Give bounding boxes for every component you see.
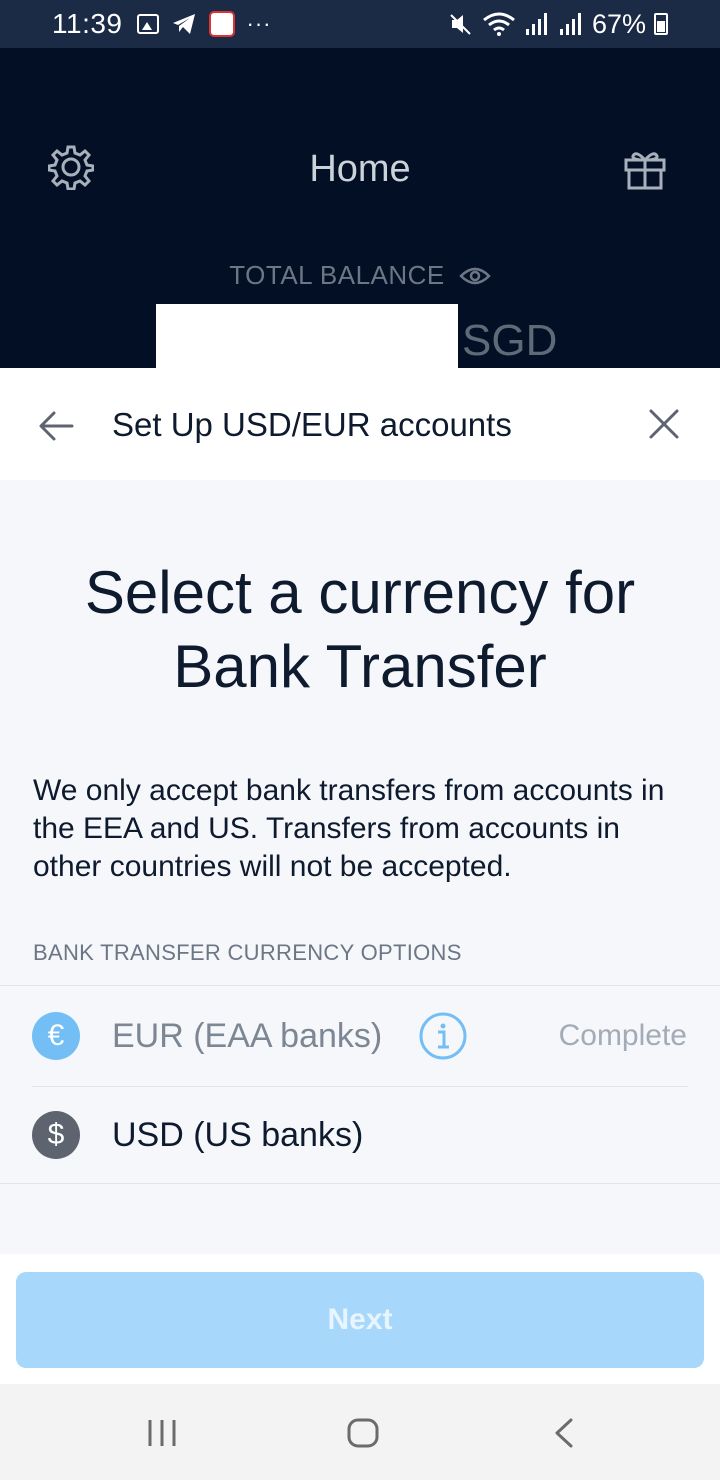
more-dots-icon: ···: [246, 11, 272, 36]
info-icon[interactable]: [418, 1011, 468, 1061]
wifi-icon: [483, 12, 515, 36]
euro-icon: €: [32, 1012, 80, 1060]
sheet-title: Set Up USD/EUR accounts: [112, 406, 512, 443]
telegram-icon: [172, 14, 195, 34]
close-icon[interactable]: [648, 408, 680, 440]
battery-percent: 67%: [591, 8, 646, 39]
notification-icons: ···: [136, 11, 272, 37]
cta-area: Next: [0, 1254, 720, 1384]
balance-currency: SGD: [462, 316, 558, 365]
balance-redacted: [156, 304, 458, 378]
gallery-icon: [136, 14, 159, 34]
next-button[interactable]: Next: [16, 1272, 704, 1368]
home-icon[interactable]: [346, 1417, 380, 1449]
system-nav-bar: [0, 1384, 720, 1480]
app-notification-icon: [208, 11, 235, 37]
mute-icon: [450, 14, 471, 35]
option-usd[interactable]: $ USD (US banks): [0, 1086, 720, 1184]
dollar-icon: $: [32, 1111, 80, 1159]
recents-icon[interactable]: [146, 1418, 178, 1448]
gift-icon[interactable]: [624, 148, 666, 190]
headline: Select a currency for Bank Transfer: [0, 556, 720, 704]
headline-line-2: Bank Transfer: [173, 633, 547, 700]
status-time: 11:39: [52, 8, 123, 39]
balance-label: TOTAL BALANCE: [229, 260, 445, 290]
eye-icon[interactable]: [458, 265, 491, 287]
back-icon[interactable]: [552, 1417, 576, 1449]
section-label: BANK TRANSFER CURRENCY OPTIONS: [33, 940, 462, 965]
page-title: Home: [309, 148, 411, 190]
status-right: 67%: [448, 9, 668, 40]
headline-line-1: Select a currency for: [84, 559, 636, 626]
sheet-header: Set Up USD/EUR accounts: [0, 368, 720, 480]
signal-icon: [525, 13, 547, 35]
option-label: USD (US banks): [112, 1115, 364, 1154]
status-complete: Complete: [558, 1019, 687, 1052]
back-arrow-icon[interactable]: [38, 410, 74, 442]
balance-label-row: TOTAL BALANCE: [0, 260, 720, 291]
signal-icon: [559, 13, 581, 35]
transfer-notice: We only accept bank transfers from accou…: [33, 774, 665, 883]
option-eur[interactable]: € EUR (EAA banks) Complete: [0, 987, 720, 1085]
home-header: Home TOTAL BALANCE SGD: [0, 48, 720, 378]
option-label: EUR (EAA banks): [112, 1016, 383, 1055]
divider: [0, 985, 720, 986]
battery-icon: [654, 13, 668, 35]
status-bar: 11:39 ··· 67%: [0, 0, 720, 48]
divider: [0, 1183, 720, 1184]
